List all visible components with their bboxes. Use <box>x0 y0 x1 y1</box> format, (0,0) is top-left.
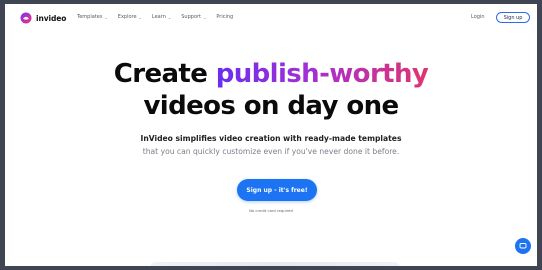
chat-launcher-button[interactable] <box>515 238 531 254</box>
brand-name: invideo <box>36 13 67 23</box>
chat-icon <box>519 243 527 249</box>
brand-logo[interactable]: invideo <box>20 12 66 24</box>
menu-item-label: Pricing <box>216 14 234 20</box>
hero-subtitle-line1: InVideo simplifies video creation with r… <box>140 134 402 143</box>
video-preview-edge <box>150 262 400 266</box>
menu-learn[interactable]: Learn ⌄ <box>152 14 171 20</box>
menu-pricing[interactable]: Pricing <box>216 14 233 20</box>
hero-headline-line2: videos on day one <box>143 91 399 121</box>
menu-item-label: Learn <box>151 14 166 20</box>
invideo-logo-icon <box>20 12 32 24</box>
hero-headline-highlight: publish-worthy <box>215 59 429 89</box>
login-link[interactable]: Login <box>471 14 485 20</box>
chevron-down-icon: ⌄ <box>167 14 172 20</box>
menu-templates[interactable]: Templates ⌄ <box>77 14 108 20</box>
menu-item-label: Support <box>181 14 202 20</box>
chevron-down-icon: ⌄ <box>138 14 142 20</box>
top-nav: invideo Templates ⌄ Explore ⌄ Learn ⌄ Su… <box>5 4 537 31</box>
main-menu: Templates ⌄ Explore ⌄ Learn ⌄ Support ⌄ … <box>77 14 233 20</box>
menu-support[interactable]: Support ⌄ <box>181 14 206 20</box>
hero-headline-line1: Create publish-worthy <box>5 59 537 89</box>
hero-headline-start: Create <box>113 59 216 89</box>
browser-page: invideo Templates ⌄ Explore ⌄ Learn ⌄ Su… <box>5 4 537 266</box>
menu-item-label: Explore <box>117 14 137 20</box>
menu-item-label: Templates <box>77 14 103 20</box>
signup-button-nav[interactable]: Sign up <box>496 12 530 23</box>
chevron-down-icon: ⌄ <box>104 14 108 20</box>
menu-explore[interactable]: Explore ⌄ <box>118 14 142 20</box>
hero-subtitle-line2: that you can quickly customize even if y… <box>142 147 400 156</box>
chevron-down-icon: ⌄ <box>203 14 207 20</box>
signup-cta-button[interactable]: Sign up - it's free! <box>237 179 317 201</box>
cta-note: No credit card required <box>249 208 293 213</box>
